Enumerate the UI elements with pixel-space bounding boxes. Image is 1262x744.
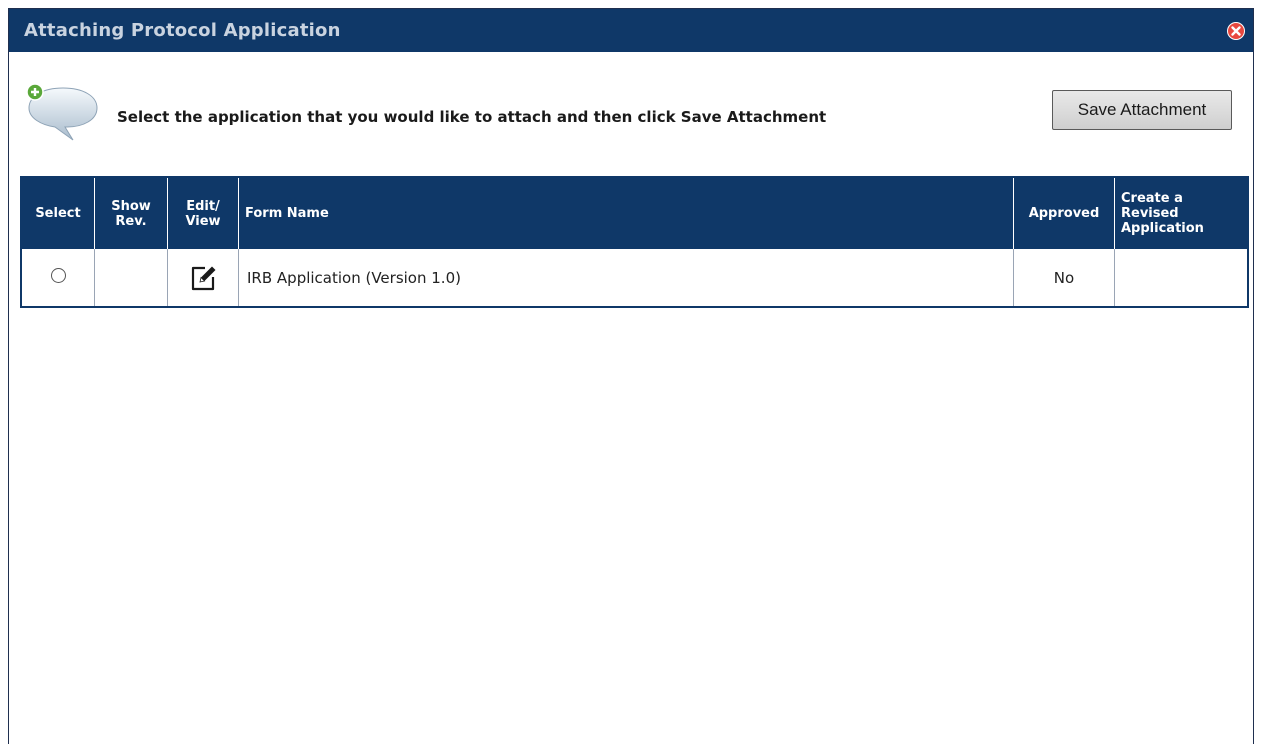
dialog-titlebar: Attaching Protocol Application bbox=[9, 9, 1253, 52]
instruction-text: Select the application that you would li… bbox=[117, 108, 827, 126]
show-rev-cell bbox=[94, 249, 168, 307]
attach-protocol-dialog: Attaching Protocol Application Select th… bbox=[8, 8, 1254, 744]
application-table: Select Show Rev. Edit/View Form Name Appr… bbox=[20, 176, 1249, 308]
select-radio[interactable] bbox=[50, 268, 66, 283]
dialog-title: Attaching Protocol Application bbox=[24, 20, 341, 41]
column-header-show-rev: Show Rev. bbox=[94, 177, 168, 249]
close-icon[interactable] bbox=[1227, 22, 1245, 40]
column-header-edit-view: Edit/View bbox=[167, 177, 239, 249]
column-header-form-name: Form Name bbox=[238, 177, 1014, 249]
create-revised-cell bbox=[1115, 249, 1249, 307]
table-header-row: Select Show Rev. Edit/View Form Name Appr… bbox=[21, 177, 1248, 249]
edit-pencil-icon[interactable] bbox=[188, 263, 218, 293]
form-name-cell: IRB Application (Version 1.0) bbox=[238, 249, 1014, 307]
speech-bubble-add-icon bbox=[25, 82, 101, 144]
edit-view-cell bbox=[167, 249, 239, 307]
table-row: IRB Application (Version 1.0) No bbox=[21, 249, 1248, 307]
column-header-approved: Approved bbox=[1013, 177, 1115, 249]
select-cell bbox=[21, 249, 95, 307]
column-header-create-revised: Create a Revised Application bbox=[1114, 177, 1248, 249]
save-attachment-button[interactable]: Save Attachment bbox=[1052, 90, 1232, 130]
column-header-select: Select bbox=[21, 177, 95, 249]
instruction-row: Select the application that you would li… bbox=[9, 82, 1253, 142]
approved-cell: No bbox=[1013, 249, 1115, 307]
